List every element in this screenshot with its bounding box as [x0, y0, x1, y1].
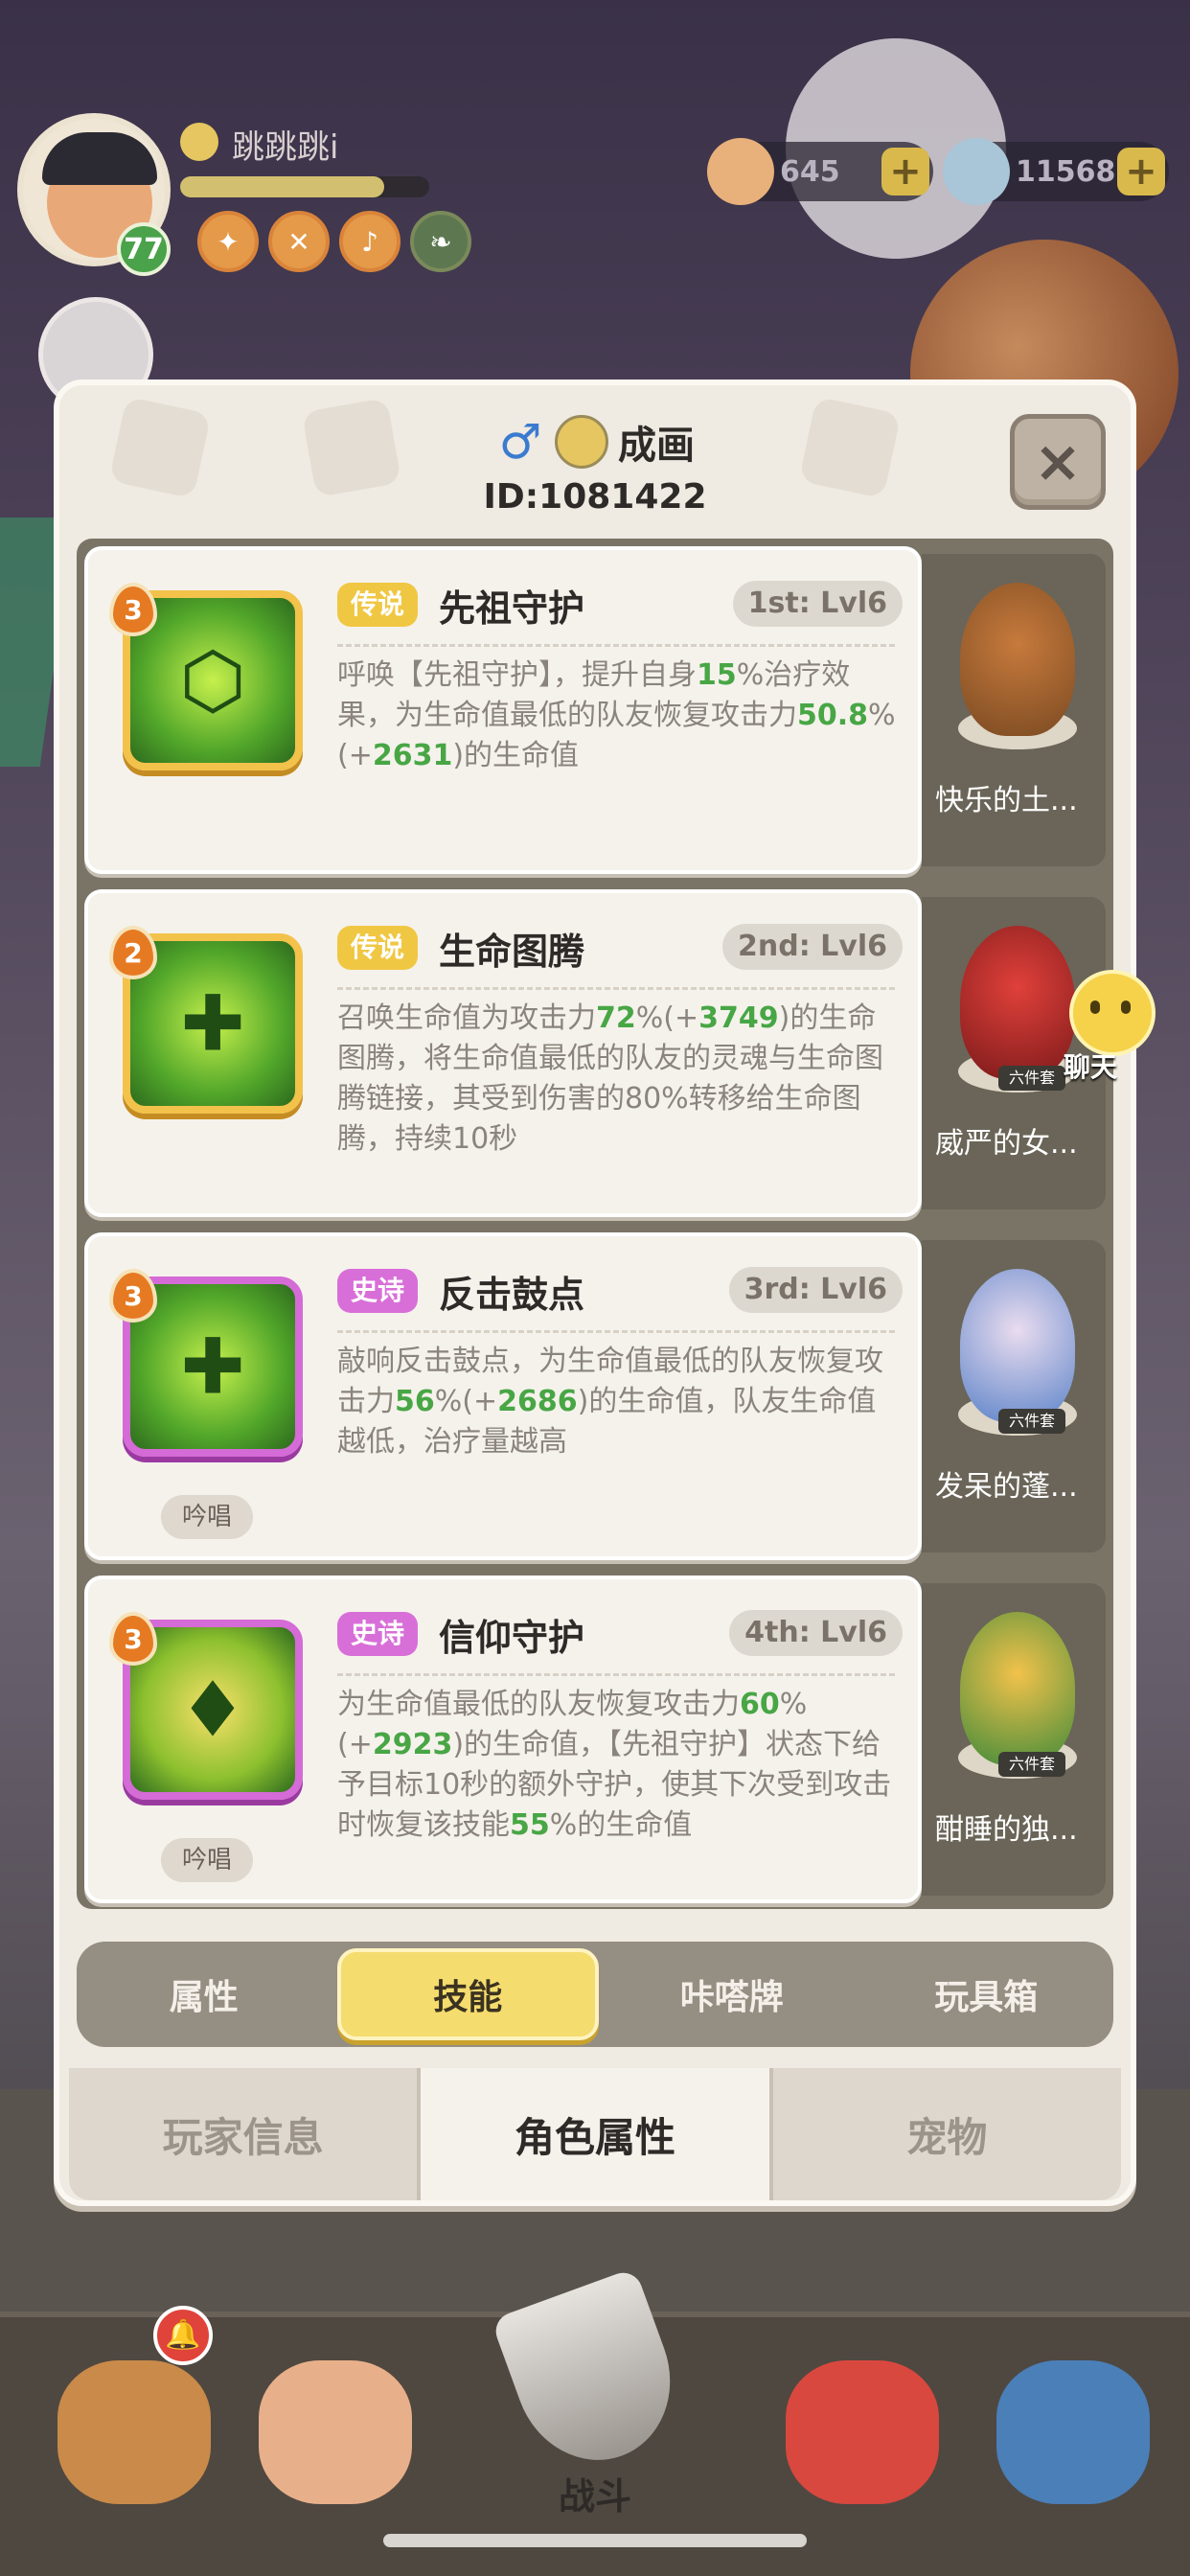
- skill-name: 信仰守护: [439, 1617, 585, 1659]
- nav-item-character[interactable]: [240, 2336, 431, 2528]
- skill-row[interactable]: 六件套 发呆的蓬... ✚ 3 吟唱 史诗 反击鼓点 3rd: Lvl6 敲响反…: [84, 1232, 1106, 1560]
- nav-item-hero[interactable]: [38, 2336, 230, 2528]
- pet-figure: [960, 583, 1075, 736]
- chant-tag: 吟唱: [161, 1495, 253, 1539]
- rarity-badge: 传说: [337, 583, 419, 627]
- chat-label: 聊天: [1064, 1051, 1118, 1083]
- character-id: ID:1081422: [483, 477, 707, 517]
- pet-card[interactable]: 六件套 酣睡的独...: [922, 1583, 1106, 1896]
- pet-name: 酣睡的独...: [935, 1813, 1078, 1847]
- home-indicator[interactable]: [383, 2534, 807, 2547]
- pet-figure: [960, 1612, 1075, 1765]
- character-name: 成画: [618, 424, 695, 468]
- pet-figure: [960, 1269, 1075, 1422]
- character-info-dialog: ♂ 成画 ID:1081422 × 快乐的土... ⬡ 3 传说 先祖守护 1s…: [54, 380, 1136, 2206]
- tab-cards[interactable]: 咔嗒牌: [605, 1942, 859, 2047]
- pet-icon: [786, 2360, 939, 2504]
- tab-player-info[interactable]: 玩家信息: [69, 2068, 422, 2200]
- pet-name: 威严的女...: [935, 1127, 1078, 1161]
- skill-slot: 1st: Lvl6: [732, 581, 903, 627]
- hero-icon: [57, 2360, 211, 2504]
- player-level-badge: 77: [117, 222, 171, 276]
- nav-item-battle[interactable]: 战斗: [448, 2267, 742, 2528]
- chat-emoji-icon: [1069, 970, 1156, 1056]
- battle-label: 战斗: [558, 2475, 631, 2518]
- sub-tab-bar: 属性 技能 咔嗒牌 玩具箱: [77, 1942, 1113, 2047]
- skill-row[interactable]: 六件套 酣睡的独... ♦ 3 吟唱 史诗 信仰守护 4th: Lvl6 为生命…: [84, 1576, 1106, 1903]
- character-icon: [259, 2360, 412, 2504]
- buff-icon-1[interactable]: ✦: [197, 211, 259, 272]
- notification-bell-icon[interactable]: 🔔: [153, 2306, 213, 2365]
- skill-slot: 4th: Lvl6: [729, 1610, 903, 1656]
- skill-description: 呼唤【先祖守护】，提升自身15%治疗效果，为生命值最低的队友恢复攻击力50.8%…: [337, 658, 896, 772]
- sword-icon: [491, 2267, 694, 2482]
- skill-card[interactable]: ⬡ 3 传说 先祖守护 1st: Lvl6 呼唤【先祖守护】，提升自身15%治疗…: [84, 546, 922, 874]
- pearl-icon: [943, 138, 1010, 205]
- player-name: 跳跳跳i: [232, 128, 339, 167]
- skill-card[interactable]: ✚ 3 吟唱 史诗 反击鼓点 3rd: Lvl6 敲响反击鼓点，为生命值最低的队…: [84, 1232, 922, 1560]
- chat-button[interactable]: 聊天: [1031, 970, 1175, 1083]
- currency-pearl: 115688 +: [943, 138, 1169, 205]
- skill-list[interactable]: 快乐的土... ⬡ 3 传说 先祖守护 1st: Lvl6 呼唤【先祖守护】，提…: [77, 539, 1113, 1909]
- buff-icon-4[interactable]: ❧: [410, 211, 471, 272]
- rarity-badge: 史诗: [337, 1612, 419, 1656]
- pet-card[interactable]: 快乐的土...: [922, 554, 1106, 866]
- skill-description: 召唤生命值为攻击力72%(+3749)的生命图腾，将生命值最低的队友的灵魂与生命…: [337, 1001, 883, 1156]
- pet-set-tag: 六件套: [998, 1409, 1065, 1434]
- add-pearl-button[interactable]: +: [1117, 148, 1165, 196]
- pet-name: 快乐的土...: [935, 784, 1078, 817]
- main-tab-bar: 玩家信息 角色属性 宠物: [69, 2068, 1121, 2200]
- add-shell-button[interactable]: +: [881, 148, 929, 196]
- tab-pets[interactable]: 宠物: [772, 2068, 1121, 2200]
- player-xp-bar: [180, 176, 429, 197]
- skill-description: 为生命值最低的队友恢复攻击力60%(+2923)的生命值，【先祖守护】状态下给予…: [337, 1688, 892, 1842]
- nav-item-shop[interactable]: [977, 2336, 1169, 2528]
- buff-icon-2[interactable]: ✕: [268, 211, 330, 272]
- rarity-badge: 传说: [337, 926, 419, 970]
- emoji-avatar-icon: [555, 415, 608, 469]
- faith-guard-icon: ♦: [178, 1665, 247, 1755]
- skill-row[interactable]: 六件套 威严的女... ✚ 2 传说 生命图腾 2nd: Lvl6 召唤生命值为…: [84, 889, 1106, 1217]
- skill-name: 生命图腾: [439, 931, 585, 973]
- close-icon: ×: [1033, 428, 1083, 495]
- shop-icon: [996, 2360, 1150, 2504]
- tab-character-attributes[interactable]: 角色属性: [421, 2068, 773, 2200]
- skill-slot: 2nd: Lvl6: [722, 924, 903, 970]
- pet-set-tag: 六件套: [998, 1066, 1065, 1091]
- life-totem-icon: ✚: [180, 978, 245, 1069]
- buff-icon-3[interactable]: ♪: [339, 211, 400, 272]
- dialog-title: ♂ 成画: [59, 414, 1131, 470]
- pet-set-tag: 六件套: [998, 1752, 1065, 1777]
- tab-attributes[interactable]: 属性: [77, 1942, 332, 2047]
- pet-name: 发呆的蓬...: [935, 1470, 1078, 1504]
- skill-name: 先祖守护: [439, 587, 585, 630]
- tab-skills[interactable]: 技能: [336, 1948, 599, 2040]
- male-gender-icon: ♂: [498, 414, 542, 470]
- currency-shell: 645 +: [707, 138, 933, 205]
- shell-icon: [707, 138, 774, 205]
- skill-description: 敲响反击鼓点，为生命值最低的队友恢复攻击力56%(+2686)的生命值，队友生命…: [337, 1345, 883, 1459]
- totem-shield-icon: ⬡: [179, 635, 246, 725]
- drum-cross-icon: ✚: [180, 1322, 245, 1412]
- player-emoji-icon: [180, 123, 218, 161]
- skill-row[interactable]: 快乐的土... ⬡ 3 传说 先祖守护 1st: Lvl6 呼唤【先祖守护】，提…: [84, 546, 1106, 874]
- skill-card[interactable]: ♦ 3 吟唱 史诗 信仰守护 4th: Lvl6 为生命值最低的队友恢复攻击力6…: [84, 1576, 922, 1903]
- skill-slot: 3rd: Lvl6: [728, 1267, 903, 1313]
- pet-card[interactable]: 六件套 发呆的蓬...: [922, 1240, 1106, 1552]
- nav-item-pet[interactable]: [767, 2336, 958, 2528]
- skill-card[interactable]: ✚ 2 传说 生命图腾 2nd: Lvl6 召唤生命值为攻击力72%(+3749…: [84, 889, 922, 1217]
- chant-tag: 吟唱: [161, 1838, 253, 1882]
- close-button[interactable]: ×: [1010, 414, 1106, 510]
- rarity-badge: 史诗: [337, 1269, 419, 1313]
- tab-toybox[interactable]: 玩具箱: [859, 1942, 1114, 2047]
- currency-shell-value: 645: [780, 154, 840, 189]
- skill-name: 反击鼓点: [439, 1274, 585, 1316]
